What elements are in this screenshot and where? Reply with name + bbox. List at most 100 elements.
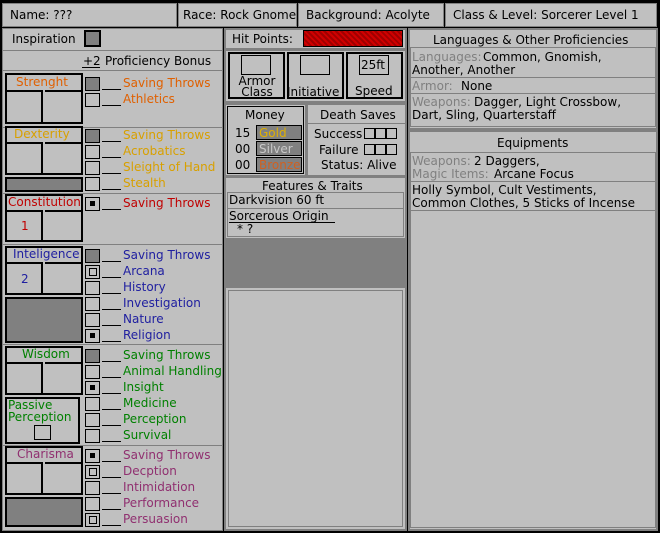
cha-skill-label: Decption xyxy=(123,464,177,478)
int-skill-proficiency-checkbox[interactable] xyxy=(85,281,100,295)
background[interactable]: Background: Acolyte xyxy=(306,8,430,22)
ability-modifier-intelligence[interactable] xyxy=(45,262,81,293)
int-skill-proficiency-checkbox[interactable] xyxy=(85,313,100,327)
int-skill-bonus-line[interactable] xyxy=(102,293,121,294)
magic-items-value[interactable]: Arcane Focus xyxy=(494,167,574,181)
weapons-prof-label: Weapons: xyxy=(412,95,471,109)
gold-amount[interactable]: 15 xyxy=(235,126,250,140)
equip-weapons-value[interactable]: 2 Daggers, xyxy=(474,154,540,168)
success-box-3[interactable] xyxy=(386,128,397,139)
wis-skill-proficiency-checkbox[interactable] xyxy=(85,397,100,411)
ability-name-charisma: Charisma xyxy=(17,447,74,461)
bronze-amount[interactable]: 00 xyxy=(235,158,250,172)
wis-skill-proficiency-checkbox[interactable] xyxy=(85,413,100,427)
int-skill-bonus-line[interactable] xyxy=(102,325,121,326)
failure-box-1[interactable] xyxy=(364,144,375,155)
dex-skill-proficiency-checkbox[interactable] xyxy=(85,145,100,159)
ability-score-wisdom[interactable] xyxy=(7,362,43,393)
armor-class-value[interactable] xyxy=(241,55,271,75)
ability-modifier-constitution[interactable] xyxy=(45,210,81,240)
int-skill-proficiency-checkbox[interactable] xyxy=(85,297,100,311)
str-skill-bonus-line[interactable] xyxy=(102,89,121,90)
ability-name-wisdom: Wisdom xyxy=(22,347,70,361)
weapons-prof-value-2[interactable]: Dart, Sling, Quarterstaff xyxy=(412,108,556,122)
dex-skill-bonus-line[interactable] xyxy=(102,157,121,158)
initiative-value[interactable] xyxy=(300,55,330,75)
con-skill-proficiency-checkbox[interactable] xyxy=(85,197,100,211)
money-title: Money xyxy=(245,108,285,122)
languages-value-2[interactable]: Another, Another xyxy=(412,63,515,77)
wis-skill-label: Insight xyxy=(123,380,164,394)
equipment-divider xyxy=(411,181,655,182)
wis-skill-bonus-line[interactable] xyxy=(102,409,121,410)
equipment-other[interactable]: Holly Symbol, Cult Vestiments, xyxy=(412,183,597,197)
dex-skill-bonus-line[interactable] xyxy=(102,141,121,142)
cha-skill-bonus-line[interactable] xyxy=(102,509,121,510)
success-box-1[interactable] xyxy=(364,128,375,139)
inspiration-box[interactable] xyxy=(84,30,101,47)
hit-points-bar[interactable] xyxy=(303,30,403,47)
cha-skill-bonus-line[interactable] xyxy=(102,461,121,462)
int-skill-proficiency-checkbox[interactable] xyxy=(85,265,100,279)
cha-skill-proficiency-checkbox[interactable] xyxy=(85,465,100,479)
ability-score-dexterity[interactable] xyxy=(7,142,43,173)
class-level[interactable]: Class & Level: Sorcerer Level 1 xyxy=(453,8,639,22)
int-skill-bonus-line[interactable] xyxy=(102,277,121,278)
passive-perception-value[interactable] xyxy=(34,425,51,440)
str-skill-proficiency-checkbox[interactable] xyxy=(85,93,100,107)
character-name[interactable]: Name: ??? xyxy=(10,8,72,22)
cha-skill-proficiency-checkbox[interactable] xyxy=(85,481,100,495)
wis-skill-proficiency-checkbox[interactable] xyxy=(85,349,100,363)
cha-skill-bonus-line[interactable] xyxy=(102,525,121,526)
armor-value[interactable]: None xyxy=(461,79,492,93)
feature-item[interactable]: Sorcerous Origin xyxy=(229,209,329,223)
failure-label: Failure xyxy=(319,143,359,157)
int-skill-proficiency-checkbox[interactable] xyxy=(85,249,100,263)
wis-skill-proficiency-checkbox[interactable] xyxy=(85,365,100,379)
int-skill-bonus-line[interactable] xyxy=(102,309,121,310)
equipment-other-2[interactable]: Common Clothes, 5 Sticks of Incense xyxy=(412,196,635,210)
silver-amount[interactable]: 00 xyxy=(235,142,250,156)
int-skill-bonus-line[interactable] xyxy=(102,341,121,342)
charisma-extra-box xyxy=(5,497,83,527)
cha-skill-bonus-line[interactable] xyxy=(102,477,121,478)
wis-skill-bonus-line[interactable] xyxy=(102,377,121,378)
gold-label: Gold xyxy=(259,126,287,140)
cha-skill-proficiency-checkbox[interactable] xyxy=(85,449,100,463)
checkbox-dot xyxy=(90,453,95,458)
dex-skill-bonus-line[interactable] xyxy=(102,173,121,174)
wis-skill-bonus-line[interactable] xyxy=(102,425,121,426)
con-skill-bonus-line[interactable] xyxy=(102,209,121,210)
weapons-prof-value[interactable]: Dagger, Light Crossbow, xyxy=(474,95,621,109)
ability-modifier-strength[interactable] xyxy=(45,90,81,122)
wis-skill-bonus-line[interactable] xyxy=(102,393,121,394)
wis-skill-bonus-line[interactable] xyxy=(102,361,121,362)
feature-item[interactable]: Darkvision 60 ft xyxy=(229,193,324,207)
int-skill-bonus-line[interactable] xyxy=(102,261,121,262)
ability-modifier-wisdom[interactable] xyxy=(45,362,81,393)
cha-skill-bonus-line[interactable] xyxy=(102,493,121,494)
str-skill-proficiency-checkbox[interactable] xyxy=(85,77,100,91)
dex-skill-proficiency-checkbox[interactable] xyxy=(85,177,100,191)
ability-modifier-dexterity[interactable] xyxy=(45,142,81,173)
ability-score-strength[interactable] xyxy=(7,90,43,122)
str-skill-bonus-line[interactable] xyxy=(102,105,121,106)
dex-skill-bonus-line[interactable] xyxy=(102,189,121,190)
wis-skill-proficiency-checkbox[interactable] xyxy=(85,429,100,443)
wis-skill-proficiency-checkbox[interactable] xyxy=(85,381,100,395)
race[interactable]: Race: Rock Gnome xyxy=(183,8,296,22)
failure-box-3[interactable] xyxy=(386,144,397,155)
ability-score-charisma[interactable] xyxy=(7,462,43,493)
dex-skill-proficiency-checkbox[interactable] xyxy=(85,129,100,143)
notes-inner[interactable] xyxy=(228,290,403,527)
int-skill-proficiency-checkbox[interactable] xyxy=(85,329,100,343)
success-box-2[interactable] xyxy=(375,128,386,139)
dex-skill-proficiency-checkbox[interactable] xyxy=(85,161,100,175)
failure-box-2[interactable] xyxy=(375,144,386,155)
cha-skill-proficiency-checkbox[interactable] xyxy=(85,497,100,511)
cha-skill-proficiency-checkbox[interactable] xyxy=(85,513,100,527)
proficiency-bonus-value[interactable]: +2 xyxy=(83,54,101,68)
wis-skill-bonus-line[interactable] xyxy=(102,441,121,442)
ability-modifier-charisma[interactable] xyxy=(45,462,81,493)
languages-value[interactable]: Common, Gnomish, xyxy=(483,50,602,64)
